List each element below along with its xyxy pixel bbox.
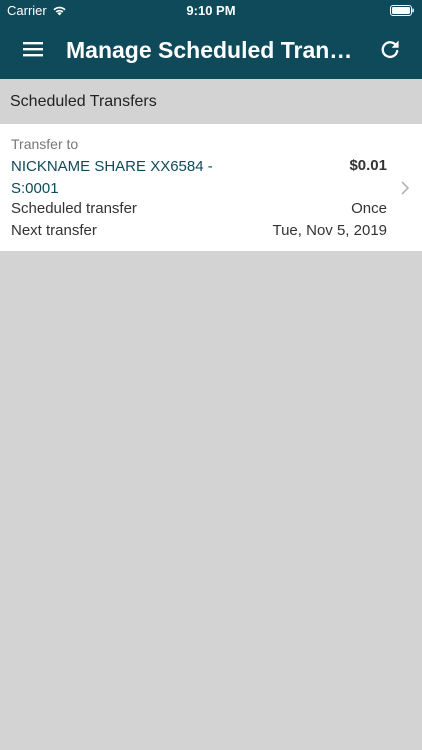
page-title: Manage Scheduled Transf...	[66, 37, 362, 63]
scheduled-transfer-item[interactable]: Transfer to NICKNAME SHARE XX6584 - S:00…	[0, 124, 422, 251]
chevron-right-icon	[401, 181, 409, 195]
app-header: Carrier 9:10 PM Manage Scheduled Transf.…	[0, 0, 422, 79]
next-transfer-value: Tue, Nov 5, 2019	[272, 222, 387, 239]
status-time: 9:10 PM	[186, 3, 236, 18]
transfer-to-label: Transfer to	[11, 136, 79, 152]
refresh-icon[interactable]	[379, 38, 401, 60]
section-header: Scheduled Transfers	[0, 79, 422, 123]
nav-bar: Manage Scheduled Transf...	[0, 22, 422, 79]
next-transfer-label: Next transfer	[11, 222, 97, 239]
status-bar: Carrier 9:10 PM	[0, 0, 422, 22]
transfer-to-account: NICKNAME SHARE XX6584 - S:0001	[11, 158, 213, 197]
schedule-label: Scheduled transfer	[11, 200, 137, 217]
battery-icon	[390, 5, 414, 16]
section-title: Scheduled Transfers	[10, 93, 157, 110]
schedule-value: Once	[351, 200, 387, 217]
hamburger-menu-icon[interactable]	[22, 38, 44, 60]
transfer-amount: $0.01	[349, 157, 387, 174]
